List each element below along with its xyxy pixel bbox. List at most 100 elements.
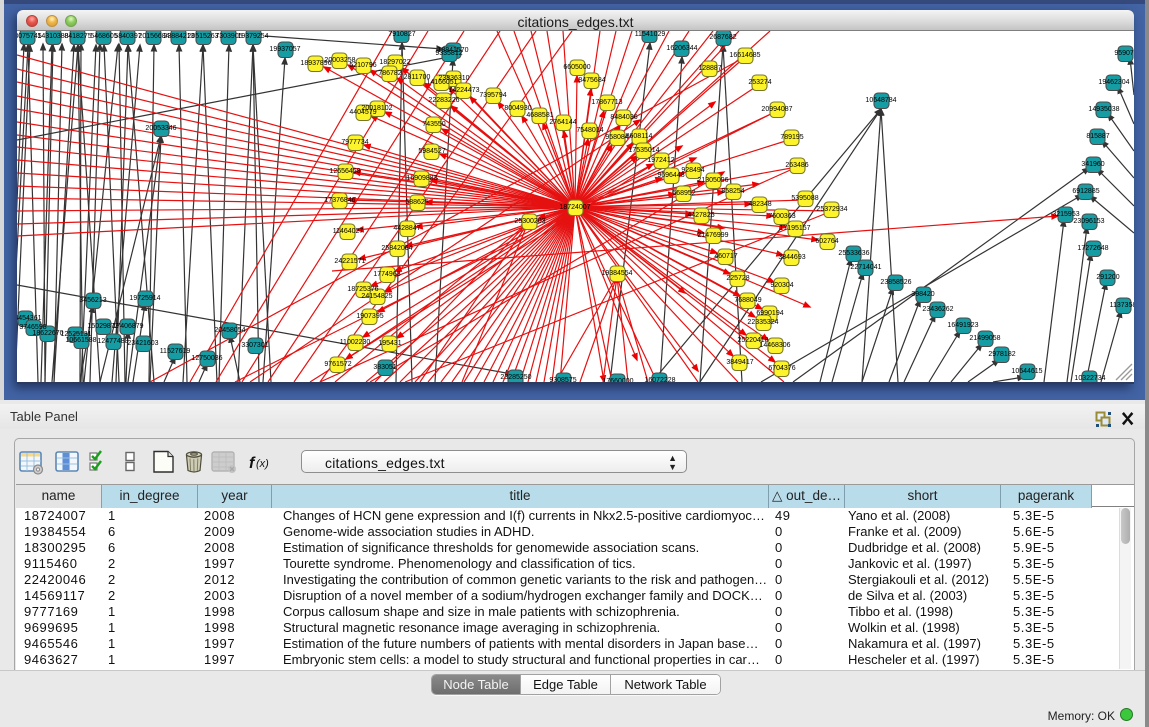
svg-text:14224473: 14224473 xyxy=(448,87,479,94)
svg-text:11541029: 11541029 xyxy=(635,31,666,38)
svg-text:8475684: 8475684 xyxy=(578,77,605,84)
svg-text:8004930: 8004930 xyxy=(504,105,531,112)
svg-text:19384554: 19384554 xyxy=(601,270,632,277)
svg-text:12750036: 12750036 xyxy=(191,355,222,362)
svg-text:14166051: 14166051 xyxy=(426,79,457,86)
svg-text:1972412: 1972412 xyxy=(647,157,674,164)
svg-text:786782: 786782 xyxy=(378,70,401,77)
svg-text:7548014: 7548014 xyxy=(576,127,603,134)
svg-text:16614685: 16614685 xyxy=(729,52,760,59)
svg-text:24154825: 24154825 xyxy=(361,293,392,300)
svg-text:17535014: 17535014 xyxy=(628,147,659,154)
svg-text:12656458: 12656458 xyxy=(329,168,360,175)
svg-text:3456213: 3456213 xyxy=(79,297,106,304)
svg-text:7688049: 7688049 xyxy=(734,297,761,304)
svg-text:920304: 920304 xyxy=(770,282,793,289)
svg-text:25533636: 25533636 xyxy=(838,250,869,257)
svg-text:8418275: 8418275 xyxy=(64,33,91,40)
svg-text:23421603: 23421603 xyxy=(127,340,158,347)
svg-text:17867713: 17867713 xyxy=(591,99,622,106)
svg-text:18724007: 18724007 xyxy=(559,204,590,211)
svg-text:18297022: 18297022 xyxy=(379,59,410,66)
svg-text:4427825: 4427825 xyxy=(687,212,714,219)
svg-text:568952: 568952 xyxy=(672,190,695,197)
svg-text:1907395: 1907395 xyxy=(356,313,383,320)
svg-text:928494: 928494 xyxy=(681,167,704,174)
svg-text:24221571: 24221571 xyxy=(334,258,365,265)
svg-text:7977734: 7977734 xyxy=(341,139,368,146)
svg-text:291200: 291200 xyxy=(1096,274,1119,281)
svg-text:5210796: 5210796 xyxy=(349,62,376,69)
svg-text:1774963: 1774963 xyxy=(373,271,400,278)
svg-text:3307301: 3307301 xyxy=(241,342,268,349)
svg-text:16206344: 16206344 xyxy=(666,45,697,52)
svg-text:21305096: 21305096 xyxy=(697,177,728,184)
svg-text:383051: 383051 xyxy=(373,364,396,371)
svg-text:4404579: 4404579 xyxy=(349,109,376,116)
svg-text:789195: 789195 xyxy=(780,134,803,141)
svg-text:18725376: 18725376 xyxy=(347,286,378,293)
svg-text:19379254: 19379254 xyxy=(237,33,268,40)
svg-text:743550: 743550 xyxy=(422,121,445,128)
svg-text:21476999: 21476999 xyxy=(697,232,728,239)
svg-text:19462304: 19462304 xyxy=(1098,79,1129,86)
svg-text:1137358: 1137358 xyxy=(1110,302,1134,309)
svg-text:11527619: 11527619 xyxy=(160,348,191,355)
svg-text:23285250: 23285250 xyxy=(500,374,531,381)
svg-text:3844693: 3844693 xyxy=(778,254,805,261)
svg-text:7395794: 7395794 xyxy=(479,92,506,99)
svg-text:602764: 602764 xyxy=(815,238,838,245)
svg-text:9335812: 9335812 xyxy=(435,50,462,57)
svg-text:815887: 815887 xyxy=(1086,133,1109,140)
svg-text:18622670: 18622670 xyxy=(32,330,63,337)
svg-text:341960: 341960 xyxy=(1081,161,1104,168)
svg-text:10648784: 10648784 xyxy=(865,97,896,104)
svg-text:17272648: 17272648 xyxy=(1077,245,1108,252)
svg-text:16072228: 16072228 xyxy=(644,377,675,382)
svg-text:8484036: 8484036 xyxy=(610,114,637,121)
svg-text:195431: 195431 xyxy=(378,340,401,347)
svg-text:25372934: 25372934 xyxy=(816,206,847,213)
svg-text:225728: 225728 xyxy=(726,275,749,282)
svg-text:10661588: 10661588 xyxy=(65,337,96,344)
svg-text:19725914: 19725914 xyxy=(129,295,160,302)
svg-text:24454361: 24454361 xyxy=(17,315,42,322)
svg-text:17376846: 17376846 xyxy=(324,197,355,204)
svg-text:398420: 398420 xyxy=(911,291,934,298)
svg-text:3849417: 3849417 xyxy=(726,359,753,366)
svg-text:21499058: 21499058 xyxy=(969,335,1000,342)
svg-text:6605000: 6605000 xyxy=(563,64,590,71)
svg-text:9761572: 9761572 xyxy=(324,361,351,368)
svg-text:6704376: 6704376 xyxy=(768,365,795,372)
svg-text:11002230: 11002230 xyxy=(340,339,371,346)
svg-text:10322734: 10322734 xyxy=(1074,375,1105,382)
svg-text:f: f xyxy=(249,455,256,472)
svg-text:16491923: 16491923 xyxy=(947,322,978,329)
svg-text:20994087: 20994087 xyxy=(761,106,792,113)
svg-text:2764144: 2764144 xyxy=(549,119,576,126)
svg-text:20053346: 20053346 xyxy=(145,125,176,132)
svg-text:7600363: 7600363 xyxy=(768,213,795,220)
svg-text:(x): (x) xyxy=(256,458,269,470)
svg-text:7910827: 7910827 xyxy=(388,31,415,38)
svg-text:858254: 858254 xyxy=(721,188,744,195)
svg-text:23858526: 23858526 xyxy=(880,279,911,286)
svg-text:6990194: 6990194 xyxy=(756,310,783,317)
svg-text:8608114: 8608114 xyxy=(626,133,653,140)
svg-text:22714041: 22714041 xyxy=(850,264,881,271)
svg-text:25300203: 25300203 xyxy=(514,218,545,225)
svg-text:482348: 482348 xyxy=(748,201,771,208)
svg-text:16909883: 16909883 xyxy=(406,175,437,182)
svg-text:25842064: 25842064 xyxy=(381,245,412,252)
svg-text:20515263: 20515263 xyxy=(187,33,218,40)
svg-text:11464027: 11464027 xyxy=(333,228,364,235)
svg-text:17195157: 17195157 xyxy=(779,225,810,232)
svg-text:4688581: 4688581 xyxy=(526,112,553,119)
svg-text:588625: 588625 xyxy=(405,199,428,206)
svg-text:128887: 128887 xyxy=(698,65,721,72)
svg-text:6912885: 6912885 xyxy=(1072,188,1099,195)
svg-text:23096153: 23096153 xyxy=(1073,218,1104,225)
svg-text:10644615: 10644615 xyxy=(1011,368,1042,375)
svg-text:2978182: 2978182 xyxy=(988,351,1015,358)
svg-text:17406879: 17406879 xyxy=(112,323,143,330)
